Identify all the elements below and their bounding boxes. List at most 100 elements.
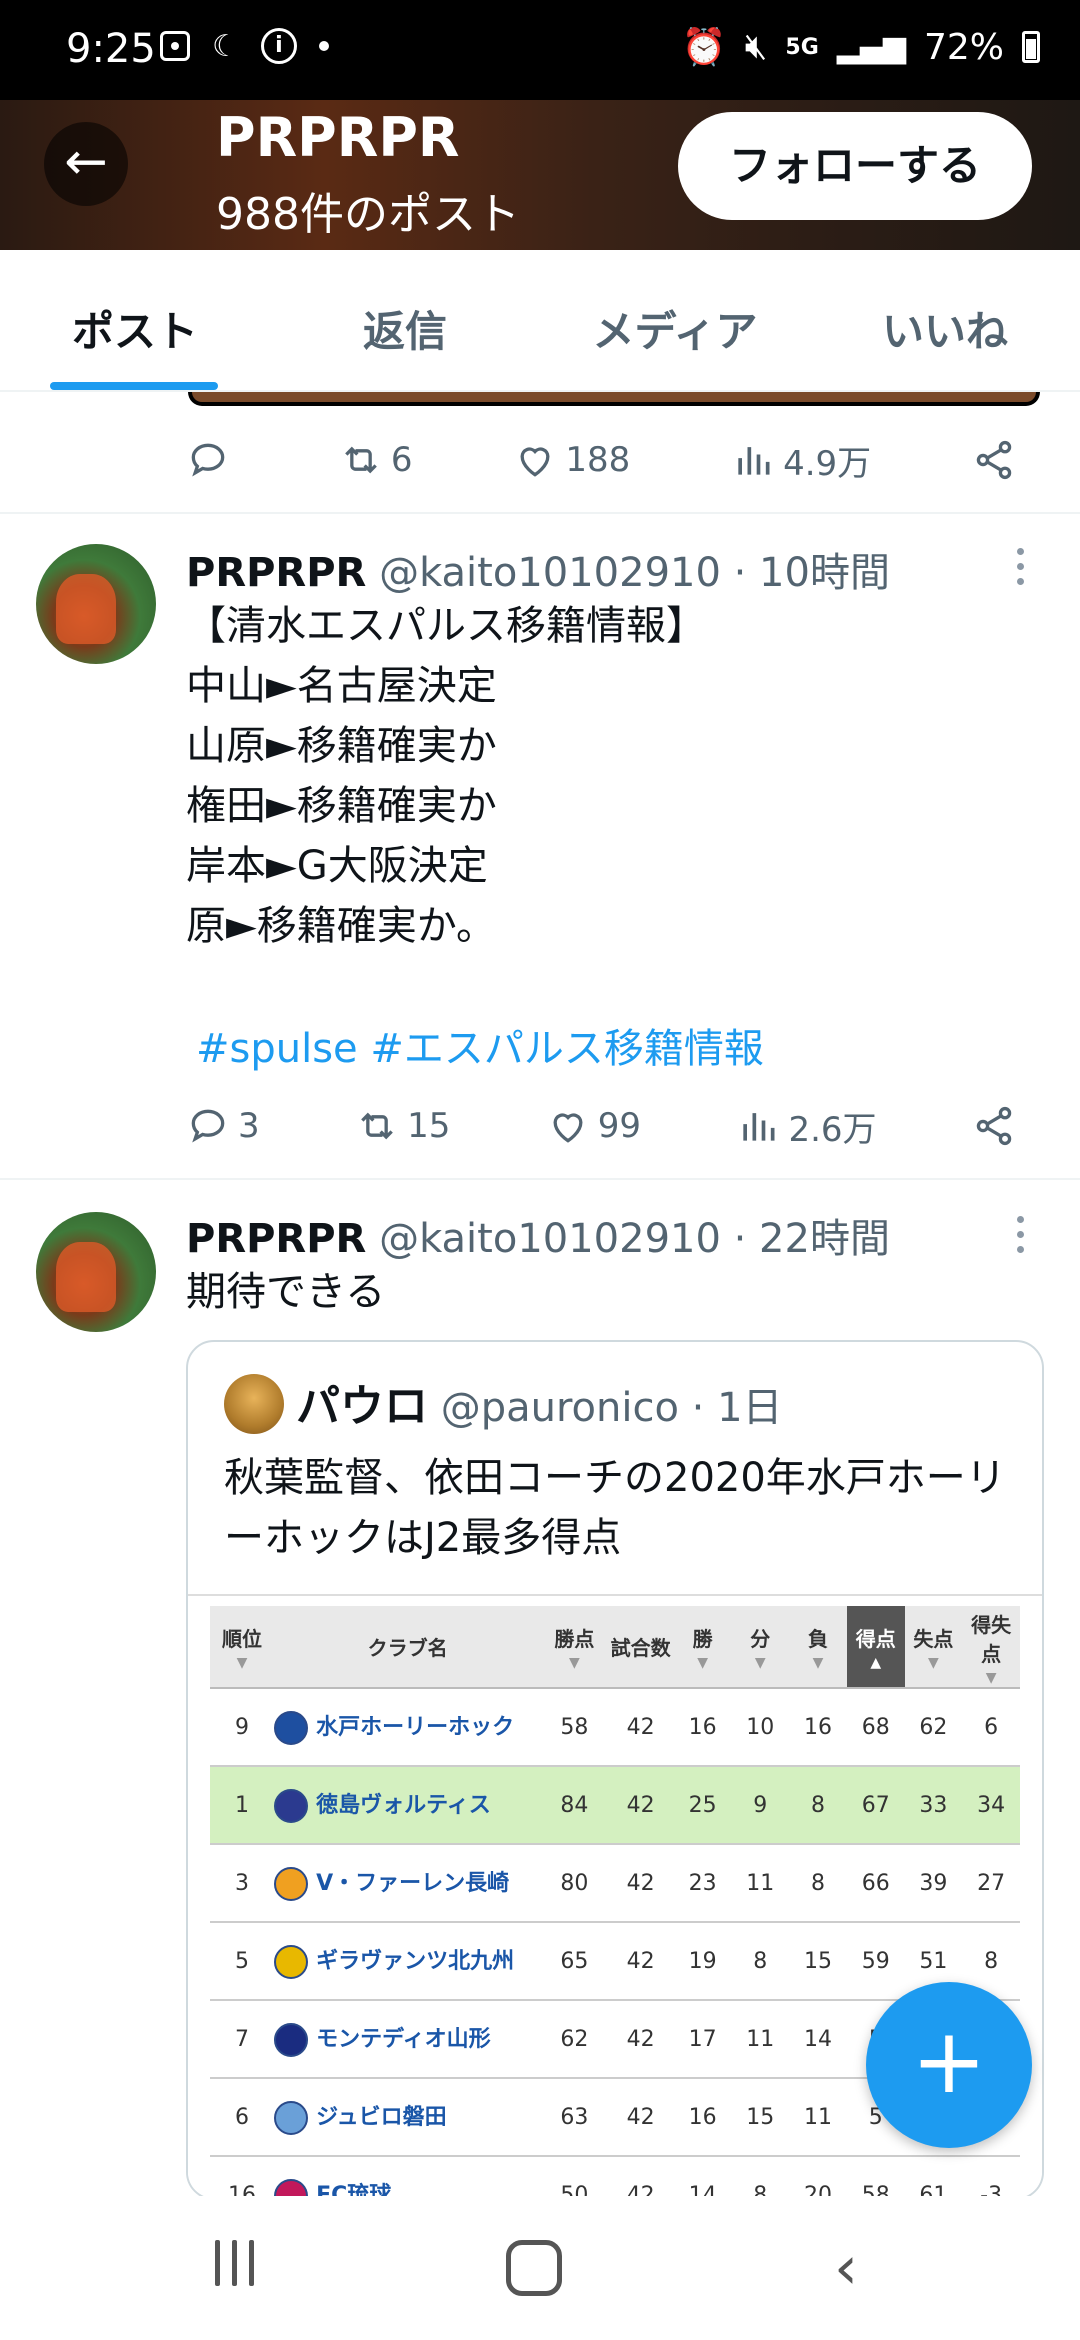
rank-cell: 5 bbox=[210, 1922, 275, 2001]
stat-cell-pts: 80 bbox=[541, 1844, 608, 1923]
share-button[interactable] bbox=[972, 1104, 1016, 1148]
post-divider bbox=[0, 512, 1080, 514]
more-dot-icon bbox=[1016, 1231, 1024, 1238]
club-logo-icon bbox=[274, 2101, 309, 2135]
stat-cell-gf: 58 bbox=[846, 2156, 905, 2198]
header-draws: 分 ▼ bbox=[731, 1606, 790, 1689]
notification-dot-icon bbox=[318, 41, 329, 51]
post-line: 岸本►G大阪決定 bbox=[186, 843, 488, 889]
stat-cell-pts: 58 bbox=[541, 1688, 608, 1767]
stat-cell-gp: 42 bbox=[607, 1844, 674, 1923]
status-time: 9:25 bbox=[66, 26, 156, 72]
stat-cell-ga: 62 bbox=[904, 1688, 963, 1767]
recent-apps-button[interactable] bbox=[204, 2240, 264, 2296]
compose-button[interactable]: + bbox=[866, 1982, 1032, 2148]
rank-cell: 16 bbox=[210, 2156, 275, 2198]
views-button[interactable]: 2.6万 bbox=[736, 1102, 877, 1151]
battery-icon bbox=[1022, 31, 1040, 63]
screen-record-icon bbox=[160, 31, 190, 61]
reply-count: 3 bbox=[238, 1106, 260, 1146]
author-name[interactable]: PRPRPR bbox=[186, 1216, 366, 1262]
profile-tabs: ポスト 返信 メディア いいね bbox=[0, 250, 1080, 392]
like-count: 99 bbox=[597, 1106, 642, 1146]
tab-replies[interactable]: 返信 bbox=[270, 250, 540, 390]
table-row: 16 FC琉球 50 42 14 8 20 58 61 -3 bbox=[210, 2156, 1020, 2198]
info-icon: i bbox=[260, 28, 297, 64]
reply-button[interactable] bbox=[186, 438, 238, 482]
header-wins: 勝 ▼ bbox=[673, 1606, 732, 1689]
header-rank: 順位 ▼ bbox=[210, 1606, 275, 1689]
previous-post-media[interactable] bbox=[188, 392, 1040, 406]
mute-icon: 🔇︎ bbox=[744, 26, 768, 67]
club-logo-icon bbox=[274, 2023, 309, 2057]
views-count: 4.9万 bbox=[783, 443, 872, 484]
stat-cell-d: 11 bbox=[731, 1844, 790, 1923]
stat-cell-l: 20 bbox=[789, 2156, 847, 2198]
stat-cell-pts: 50 bbox=[541, 2156, 608, 2198]
repost-button[interactable]: 15 bbox=[355, 1104, 450, 1148]
post-line: 山原►移籍確実か bbox=[186, 723, 497, 769]
share-button[interactable] bbox=[972, 438, 1016, 482]
stat-cell-gd: 6 bbox=[962, 1688, 1020, 1767]
tab-posts[interactable]: ポスト bbox=[0, 250, 270, 390]
like-button[interactable]: 99 bbox=[546, 1104, 641, 1148]
post-hashtags[interactable]: #spulse #エスパルス移籍情報 bbox=[196, 1016, 764, 1074]
stat-cell-gd: 34 bbox=[962, 1766, 1020, 1845]
more-options-button[interactable] bbox=[1010, 548, 1030, 585]
table-row: 5 ギラヴァンツ北九州 65 42 19 8 15 59 51 8 bbox=[210, 1922, 1020, 2001]
more-dot-icon bbox=[1016, 563, 1024, 570]
post-actions: 3 15 99 2.6万 bbox=[186, 1096, 1016, 1156]
recent-bar-icon bbox=[248, 2240, 254, 2286]
header-games: 試合数 bbox=[607, 1606, 674, 1689]
status-system-icons: ⏰ 🔇︎ 5G ▂▄▆ 72% bbox=[682, 26, 1040, 68]
stat-cell-w: 23 bbox=[673, 1844, 732, 1923]
recent-bar-icon bbox=[231, 2240, 237, 2286]
views-count: 2.6万 bbox=[788, 1109, 877, 1150]
heart-icon bbox=[520, 447, 550, 477]
prev-post-actions: 6 188 4.9万 bbox=[186, 430, 1016, 490]
arrow-left-icon: ← bbox=[64, 132, 108, 192]
rank-cell: 3 bbox=[210, 1844, 275, 1923]
quote-header: パウロ @pauronico · 1日 bbox=[296, 1370, 783, 1434]
avatar[interactable] bbox=[36, 1212, 156, 1332]
stat-cell-ga: 61 bbox=[904, 2156, 963, 2198]
reply-button[interactable]: 3 bbox=[186, 1104, 260, 1148]
club-logo-icon bbox=[274, 1945, 309, 1979]
stat-cell-l: 16 bbox=[789, 1688, 847, 1767]
quote-handle-time: @pauronico · 1日 bbox=[440, 1385, 783, 1431]
stat-cell-w: 14 bbox=[673, 2156, 732, 2198]
stat-cell-gf: 59 bbox=[846, 1922, 905, 2001]
tab-likes[interactable]: いいね bbox=[810, 250, 1080, 390]
author-name[interactable]: PRPRPR bbox=[186, 550, 366, 596]
club-name: ギラヴァンツ北九州 bbox=[316, 1949, 515, 1974]
more-options-button[interactable] bbox=[1010, 1216, 1030, 1253]
header-goals-for: 得点 ▲ bbox=[846, 1606, 905, 1689]
stat-cell-w: 17 bbox=[673, 2000, 732, 2079]
stat-cell-gd: 27 bbox=[962, 1844, 1020, 1923]
views-button[interactable]: 4.9万 bbox=[731, 436, 871, 485]
more-dot-icon bbox=[1016, 548, 1024, 555]
stat-cell-w: 19 bbox=[673, 1922, 732, 2001]
stat-cell-d: 9 bbox=[731, 1766, 790, 1845]
tab-media[interactable]: メディア bbox=[540, 250, 810, 390]
stat-cell-gp: 42 bbox=[607, 1766, 674, 1845]
rank-cell: 9 bbox=[210, 1688, 275, 1767]
header-club: クラブ名 bbox=[274, 1606, 542, 1689]
avatar[interactable] bbox=[36, 544, 156, 664]
back-button[interactable]: ← bbox=[44, 122, 128, 206]
stat-cell-d: 8 bbox=[731, 1922, 790, 2001]
club-name: モンテディオ山形 bbox=[316, 2027, 491, 2052]
follow-button[interactable]: フォローする bbox=[678, 112, 1032, 220]
table-row: 3 V・ファーレン長崎 80 42 23 11 8 66 39 27 bbox=[210, 1844, 1020, 1923]
repost-button[interactable]: 6 bbox=[339, 438, 412, 482]
like-button[interactable]: 188 bbox=[513, 438, 630, 482]
stat-cell-pts: 62 bbox=[541, 2000, 608, 2079]
views-icon bbox=[743, 1113, 775, 1141]
rank-cell: 7 bbox=[210, 2000, 275, 2079]
back-nav-button[interactable]: ‹ bbox=[816, 2238, 876, 2298]
quote-avatar bbox=[224, 1374, 284, 1434]
club-cell: ジュビロ磐田 bbox=[274, 2078, 542, 2157]
home-button[interactable] bbox=[506, 2240, 562, 2296]
system-nav-bar: ‹ bbox=[0, 2196, 1080, 2340]
recent-bar-icon bbox=[214, 2240, 220, 2286]
